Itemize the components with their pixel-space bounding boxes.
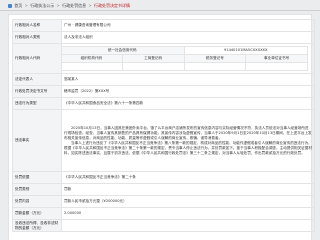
breadcrumb-item-1[interactable]: 行政执法公示 xyxy=(30,3,54,8)
row-content: 处罚内容 罚款人民币贰拾万元整（¥200000元） xyxy=(12,195,315,208)
penalty-detail-panel: 行政相对人名称 广州 · 健康咨询管理有限公司 行政相对人类别 法人及非法人组织… xyxy=(8,14,315,240)
row-violation: 违法行为类型 《中华人民共和国食品安全法》第六十一条第四款 xyxy=(12,97,315,110)
value-category: 罚款 xyxy=(61,183,315,196)
row-party-type: 行政相对人类别 法人及非法人组织 xyxy=(12,31,315,44)
row-party-name: 行政相对人名称 广州 · 健康咨询管理有限公司 xyxy=(12,19,315,32)
value-org-code xyxy=(62,62,123,71)
label-party-code: 行政相对人代码 xyxy=(12,43,62,74)
value-legal-rep: 邹某某人 xyxy=(61,73,315,86)
facts-paragraph: 2020年10月13日，当事人因其在美团外卖平台、饿了么平台商户店铺所发布的宣传… xyxy=(64,125,312,140)
breadcrumb-separator: > xyxy=(88,3,92,8)
breadcrumb-item-2[interactable]: 行政处罚信息 xyxy=(62,3,86,8)
value-credit-code: 91440101MA5CXXXXXX xyxy=(183,46,308,55)
label-party-name: 行政相对人名称 xyxy=(12,19,62,32)
row-fine: 罚款金额（万元） 2.000000 xyxy=(12,207,315,220)
value-fine: 2.000000 xyxy=(61,207,315,220)
breadcrumb-separator: > xyxy=(24,3,28,8)
facts-paragraph: 当事人上述行为违反了《中华人民共和国反不正当竞争法》第八条第一款的规定，构成对商… xyxy=(64,140,312,155)
value-tax-reg xyxy=(183,62,247,71)
row-facts: 违法事实 2020年10月13日，当事人因其在美团外卖平台、饿了么平台商户店铺所… xyxy=(12,109,315,172)
row-party-code: 行政相对人代码 统一社会信用代码 91440101MA5CXXXXXX 组织机构… xyxy=(12,43,315,74)
label-facts: 违法事实 xyxy=(12,109,62,172)
label-confiscated: 没收违法所得、没收非法财物的金额（万元） xyxy=(12,219,62,232)
sublabel-credit-code: 统一社会信用代码 xyxy=(62,46,185,55)
value-party-type: 法人及非法人组织 xyxy=(61,31,315,44)
value-content: 罚款人民币贰拾万元整（¥200000元） xyxy=(61,195,315,208)
label-category: 处罚类别 xyxy=(12,183,62,196)
page: 首页 > 行政执法公示 > 行政处罚信息 > 行政处罚决定书详情 行政相对人名称… xyxy=(0,0,320,240)
value-party-name: 广州 · 健康咨询管理有限公司 xyxy=(61,19,315,32)
label-fine: 罚款金额（万元） xyxy=(12,207,62,220)
value-party-code: 统一社会信用代码 91440101MA5CXXXXXX 组织机构代码 工商登记码… xyxy=(61,43,315,74)
value-basis: 《中华人民共和国反不正当竞争法》第二十条 xyxy=(61,171,315,184)
breadcrumb-home[interactable]: 首页 xyxy=(14,3,22,8)
breadcrumb-divider xyxy=(0,10,320,11)
value-violation: 《中华人民共和国食品安全法》第六十一条第四款 xyxy=(61,97,315,110)
sublabel-org-code: 组织机构代码 xyxy=(62,54,123,63)
row-category: 处罚类别 罚款 xyxy=(12,183,315,196)
row-confiscated: 没收违法所得、没收非法财物的金额（万元） xyxy=(12,219,315,232)
code-subtable: 统一社会信用代码 91440101MA5CXXXXXX 组织机构代码 工商登记码… xyxy=(62,46,309,71)
value-doc-no: 穗市监罚〔2022〕第XXX号 xyxy=(61,85,315,98)
label-party-type: 行政相对人类别 xyxy=(12,31,62,44)
label-doc-no: 行政处罚决定书文号 xyxy=(12,85,62,98)
value-business-reg xyxy=(121,62,185,71)
label-legal-rep: 法定代表人 xyxy=(12,73,62,86)
sublabel-institution-cert: 事业单位证书号 xyxy=(245,54,308,63)
row-basis: 处罚依据 《中华人民共和国反不正当竞争法》第二十条 xyxy=(12,171,315,184)
label-content: 处罚内容 xyxy=(12,195,62,208)
value-institution-cert xyxy=(245,62,308,71)
breadcrumb-separator: > xyxy=(56,3,60,8)
label-basis: 处罚依据 xyxy=(12,171,62,184)
value-facts: 2020年10月13日，当事人因其在美团外卖平台、饿了么平台商户店铺所发布的宣传… xyxy=(61,109,315,172)
label-violation: 违法行为类型 xyxy=(12,97,62,110)
sublabel-business-reg: 工商登记码 xyxy=(121,54,185,63)
row-legal-rep: 法定代表人 邹某某人 xyxy=(12,73,315,86)
sublabel-tax-reg: 税务登记号 xyxy=(183,54,247,63)
value-confiscated xyxy=(61,219,315,232)
breadcrumb: 首页 > 行政执法公示 > 行政处罚信息 > 行政处罚决定书详情 xyxy=(8,1,130,10)
row-doc-no: 行政处罚决定书文号 穗市监罚〔2022〕第XXX号 xyxy=(12,85,315,98)
home-icon xyxy=(8,4,12,8)
penalty-detail-table: 行政相对人名称 广州 · 健康咨询管理有限公司 行政相对人类别 法人及非法人组织… xyxy=(12,19,315,232)
breadcrumb-current: 行政处罚决定书详情 xyxy=(94,3,131,8)
